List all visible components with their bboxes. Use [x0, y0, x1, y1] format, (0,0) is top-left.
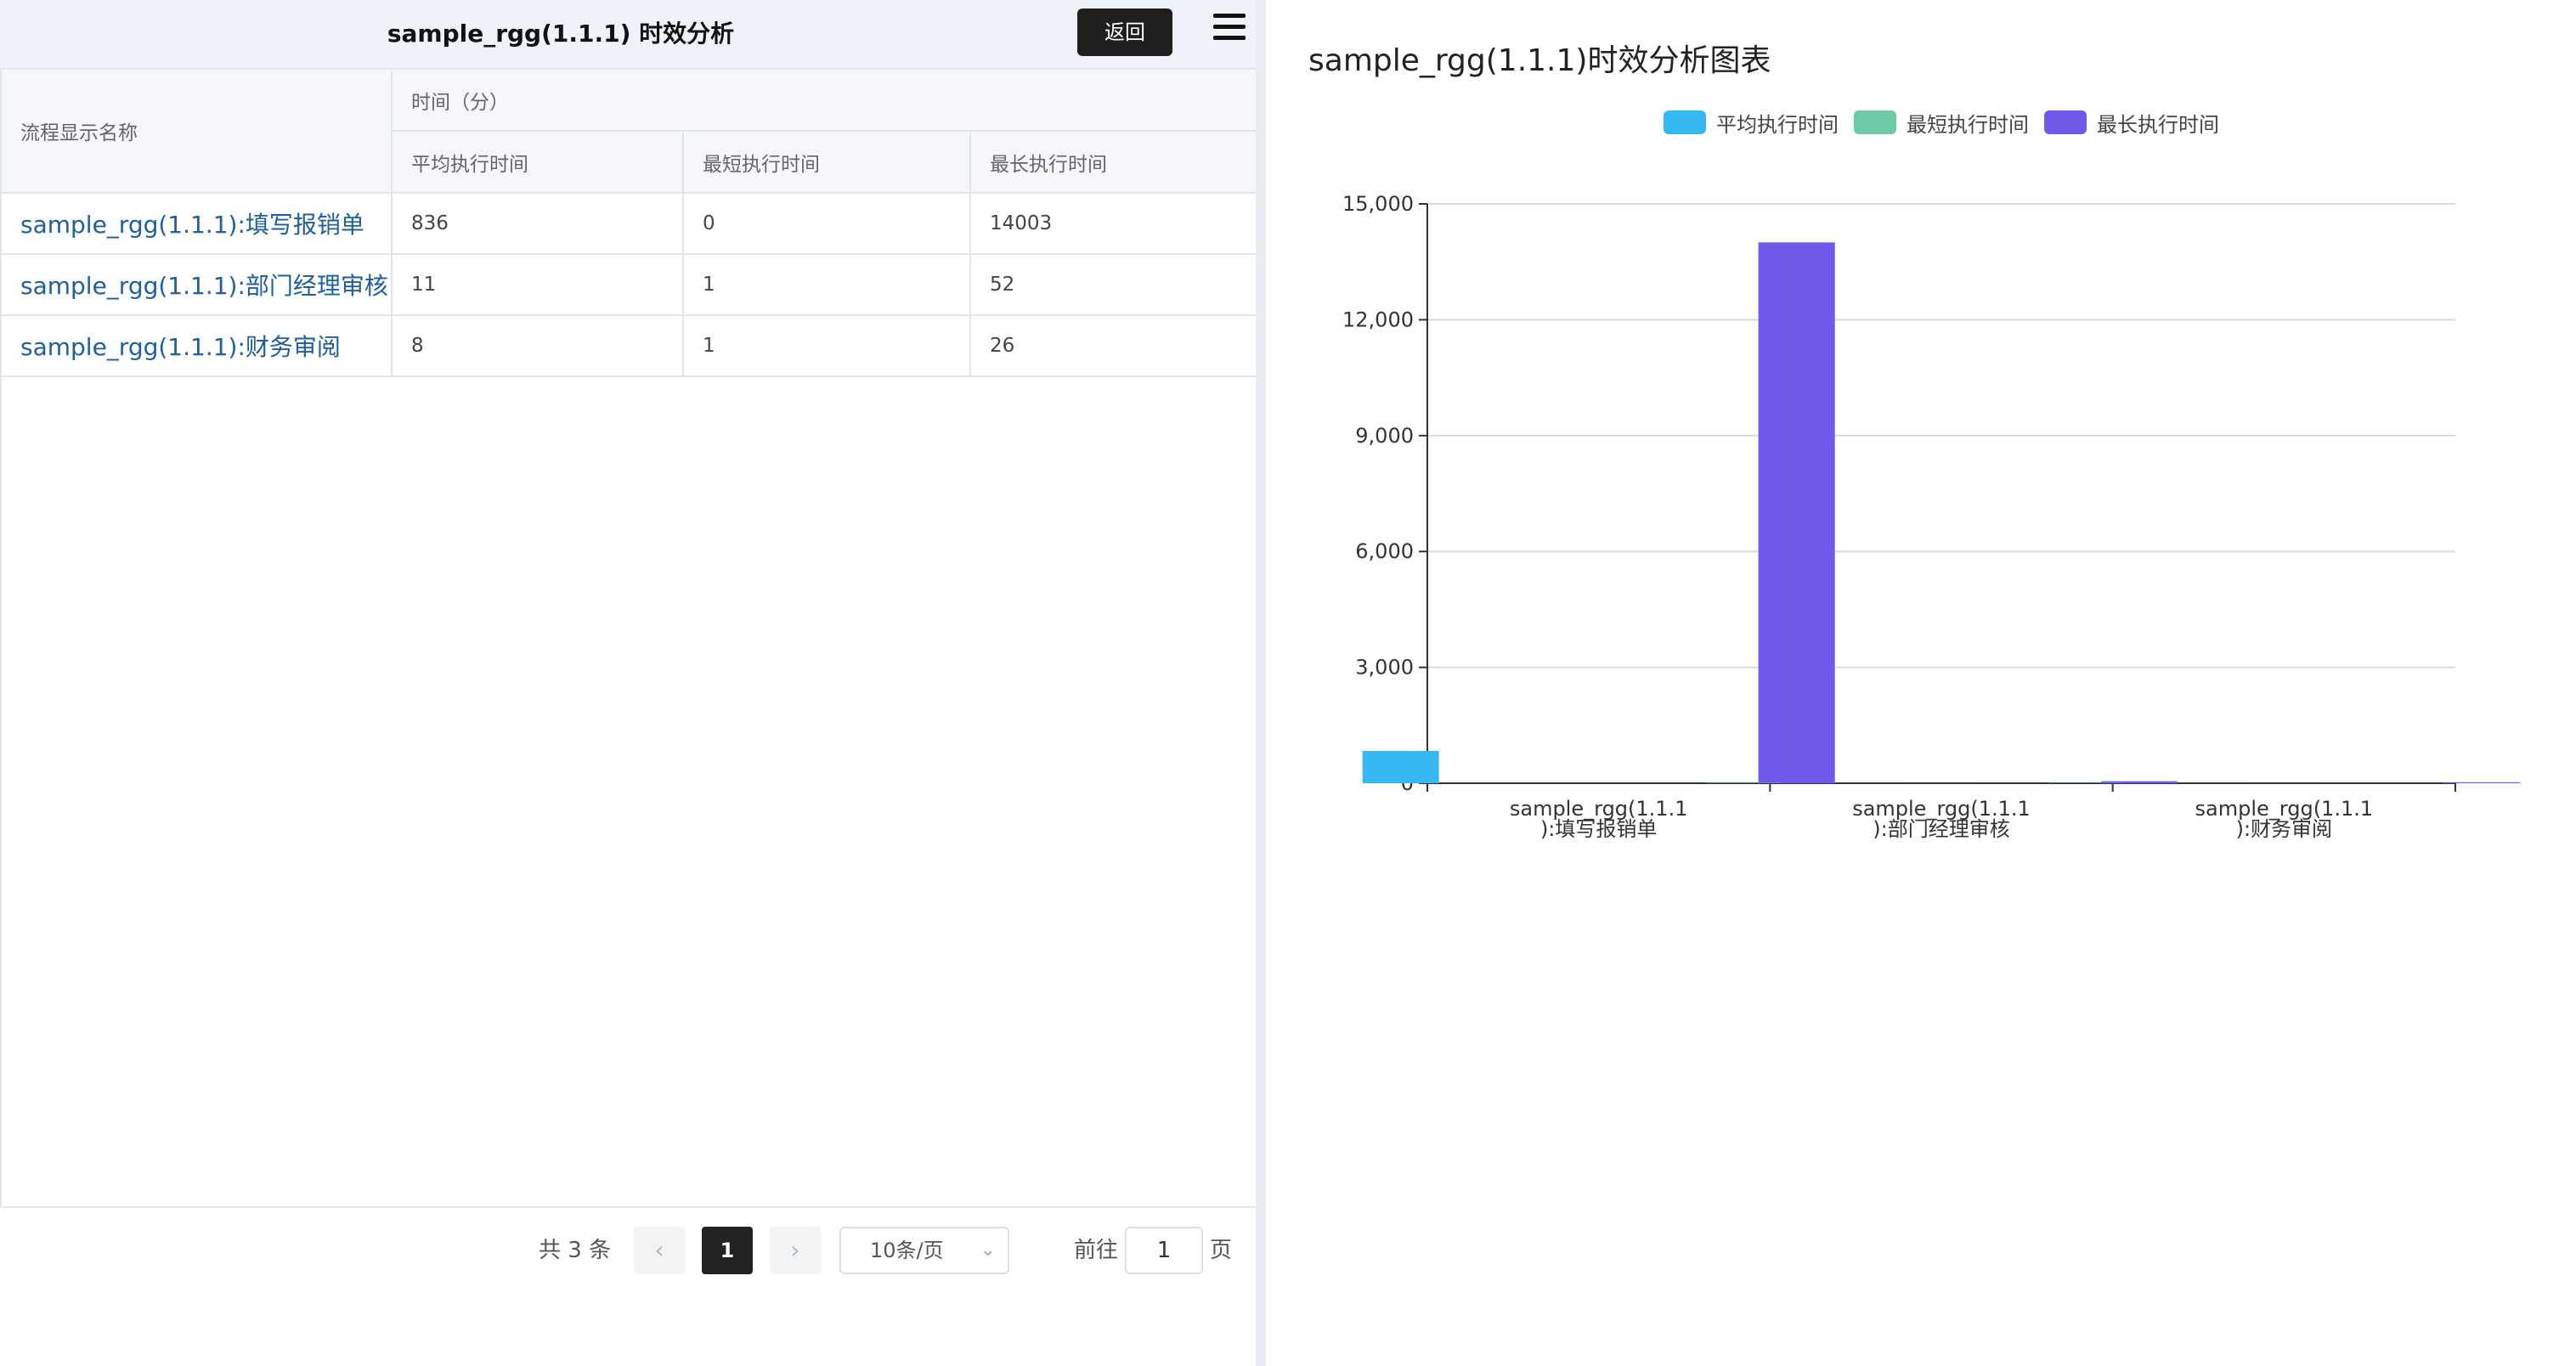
min-cell: 0 [684, 194, 971, 255]
top-bar: sample_rgg(1.1.1) 时效分析 返回 [0, 0, 1257, 70]
panel-divider[interactable] [1256, 0, 1266, 1366]
page-size-value: 10条/页 [870, 1239, 944, 1262]
max-cell: 14003 [971, 194, 1259, 255]
avg-cell: 8 [393, 316, 684, 377]
process-link[interactable]: sample_rgg(1.1.1):填写报销单 [20, 206, 364, 240]
y-tick-label: 12,000 [1342, 308, 1414, 331]
pagination: 共 3 条 ‹ 1 › 10条/页 ⌄ 前往 页 [0, 1227, 1257, 1278]
page-title: sample_rgg(1.1.1) 时效分析 [387, 20, 735, 48]
goto-page-input[interactable] [1125, 1227, 1203, 1274]
min-cell: 1 [684, 255, 971, 316]
page-size-select[interactable]: 10条/页 ⌄ [839, 1227, 1009, 1274]
bar [2443, 782, 2521, 783]
column-header-name: 流程显示名称 [2, 70, 393, 194]
bar [1362, 750, 1439, 783]
avg-cell: 836 [393, 194, 684, 255]
chevron-down-icon: ⌄ [980, 1239, 996, 1261]
back-button[interactable]: 返回 [1077, 8, 1172, 56]
x-tick-label: ):部门经理审核 [1873, 817, 2009, 841]
bar [1758, 242, 1835, 783]
min-cell: 1 [684, 316, 971, 377]
bar-chart: 03,0006,0009,00012,00015,000sample_rgg(1… [1342, 192, 2521, 841]
column-header-min: 最短执行时间 [684, 132, 971, 194]
x-tick-label: ):填写报销单 [1540, 817, 1657, 841]
y-tick-label: 15,000 [1342, 192, 1414, 216]
y-tick-label: 6,000 [1355, 539, 1414, 563]
process-link[interactable]: sample_rgg(1.1.1):财务审阅 [20, 329, 341, 363]
page-suffix: 页 [1210, 1238, 1233, 1263]
chevron-right-icon[interactable]: › [770, 1227, 821, 1274]
avg-cell: 11 [393, 255, 684, 316]
y-tick-label: 3,000 [1355, 656, 1414, 680]
app-root: sample_rgg(1.1.1) 时效分析 返回 流程显示名称 时间（分） 平… [0, 0, 2576, 1366]
column-header-avg: 平均执行时间 [393, 132, 684, 194]
chevron-left-icon[interactable]: ‹ [634, 1227, 685, 1274]
goto-label: 前往 [1074, 1238, 1119, 1263]
bar [1705, 782, 1782, 783]
max-cell: 52 [971, 255, 1259, 316]
max-cell: 26 [971, 316, 1259, 377]
analysis-table: 流程显示名称 时间（分） 平均执行时间 最短执行时间 最长执行时间 sample… [0, 70, 1259, 1208]
table-row-name-cell: sample_rgg(1.1.1):填写报销单 [2, 194, 393, 255]
current-page-button[interactable]: 1 [702, 1227, 753, 1274]
column-group-header-time: 时间（分） [393, 70, 1259, 132]
x-tick-label: ):财务审阅 [2236, 817, 2332, 841]
process-link[interactable]: sample_rgg(1.1.1):部门经理审核 [20, 268, 388, 302]
table-panel: sample_rgg(1.1.1) 时效分析 返回 流程显示名称 时间（分） 平… [0, 0, 1259, 1366]
column-header-max: 最长执行时间 [971, 132, 1259, 194]
hamburger-menu-icon[interactable] [1212, 12, 1247, 42]
total-count: 共 3 条 [539, 1238, 612, 1263]
y-tick-label: 9,000 [1355, 424, 1414, 448]
chart-panel: sample_rgg(1.1.1)时效分析图表 平均执行时间 最短执行时间 最长… [1266, 0, 2576, 1366]
table-row-name-cell: sample_rgg(1.1.1):财务审阅 [2, 316, 393, 377]
table-row-name-cell: sample_rgg(1.1.1):部门经理审核 [2, 255, 393, 316]
